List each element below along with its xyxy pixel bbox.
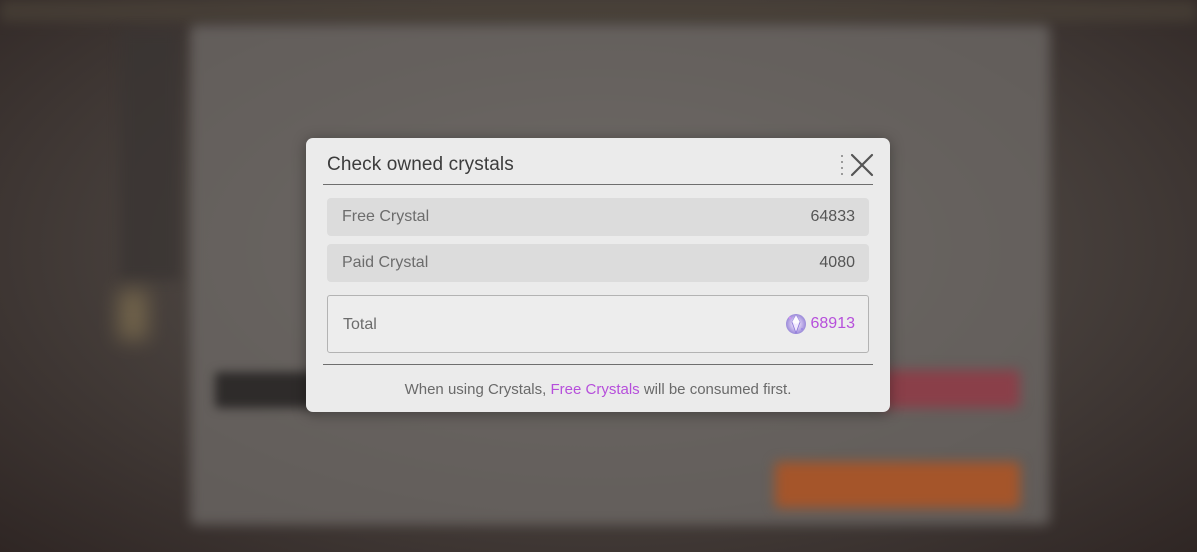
close-icon xyxy=(850,153,874,177)
crystal-icon xyxy=(785,314,806,335)
note-prefix: When using Crystals, xyxy=(404,381,551,398)
game-screen: Check owned crystals Free Crystal 64833 … xyxy=(0,0,1197,552)
total-value: 68913 xyxy=(810,315,856,332)
paid-crystal-label: Paid Crystal xyxy=(342,254,429,271)
background-sidebar xyxy=(120,30,180,280)
background-orange-button xyxy=(775,462,1020,508)
dialog-title: Check owned crystals xyxy=(327,154,514,175)
handle-dots-icon xyxy=(841,155,844,175)
note-highlight: Free Crystals xyxy=(550,381,640,398)
close-button[interactable] xyxy=(841,150,875,180)
total-amount: 68913 xyxy=(784,312,856,336)
free-crystal-value: 64833 xyxy=(810,208,856,225)
note-suffix: will be consumed first. xyxy=(639,381,792,398)
free-crystal-row: Free Crystal 64833 xyxy=(327,198,869,236)
consumption-note: When using Crystals, Free Crystals will … xyxy=(306,381,890,398)
footer-divider xyxy=(323,364,873,365)
total-row: Total 68913 xyxy=(327,295,869,353)
background-top-bar xyxy=(0,0,1197,22)
paid-crystal-value: 4080 xyxy=(819,254,855,271)
owned-crystals-dialog: Check owned crystals Free Crystal 64833 … xyxy=(306,138,890,412)
background-sidebar-highlight xyxy=(118,290,148,340)
header-divider xyxy=(323,184,873,185)
free-crystal-label: Free Crystal xyxy=(342,208,430,225)
background-red-button xyxy=(880,370,1020,408)
background-dark-button xyxy=(215,372,315,408)
total-label: Total xyxy=(343,316,377,333)
paid-crystal-row: Paid Crystal 4080 xyxy=(327,244,869,282)
